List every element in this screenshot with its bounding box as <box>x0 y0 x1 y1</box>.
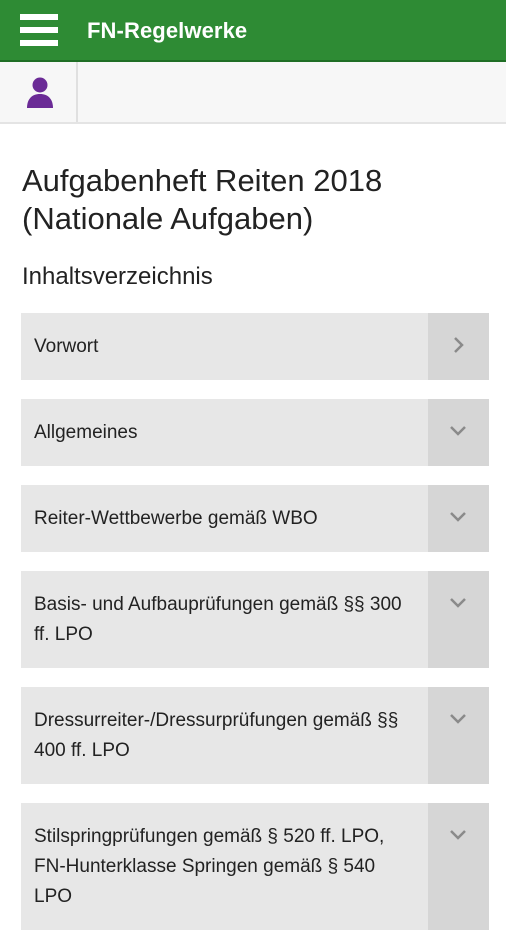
hamburger-menu-icon[interactable] <box>20 12 60 48</box>
chevron-down-icon <box>450 830 466 840</box>
toolbar <box>0 62 506 124</box>
toc-item-dressurpruefungen[interactable]: Dressurreiter-/Dressurprüfungen gemäß §§… <box>21 687 489 784</box>
toc-item-stilspringpruefungen[interactable]: Stilspringprüfungen gemäß § 520 ff. LPO,… <box>21 803 489 930</box>
toc-item-allgemeines[interactable]: Allgemeines <box>21 399 489 466</box>
toc-item-toggle[interactable] <box>428 571 489 668</box>
toc-item-toggle[interactable] <box>428 803 489 930</box>
user-icon <box>27 77 53 108</box>
toc-item-toggle[interactable] <box>428 399 489 466</box>
toc-item-label: Vorwort <box>34 336 99 357</box>
chevron-down-icon <box>450 426 466 436</box>
toc-item-reiter-wettbewerbe[interactable]: Reiter-Wettbewerbe gemäß WBO <box>21 485 489 552</box>
toc-item-basis-aufbaupruefungen[interactable]: Basis- und Aufbauprüfungen gemäß §§ 300 … <box>21 571 489 668</box>
chevron-down-icon <box>450 512 466 522</box>
toc-item-label: Stilspringprüfungen gemäß § 520 ff. LPO,… <box>34 826 385 907</box>
section-title: Inhaltsverzeichnis <box>22 263 213 290</box>
toc-item-toggle[interactable] <box>428 485 489 552</box>
toc-item-label: Basis- und Aufbauprüfungen gemäß §§ 300 … <box>34 594 402 645</box>
app-title: FN-Regelwerke <box>87 18 248 43</box>
user-button[interactable] <box>0 62 78 122</box>
toc-item-vorwort[interactable]: Vorwort <box>21 313 489 380</box>
toc-item-toggle[interactable] <box>428 687 489 784</box>
app-bar: FN-Regelwerke <box>0 0 506 62</box>
chevron-right-icon <box>454 337 464 353</box>
page-title: Aufgabenheft Reiten 2018 (Nationale Aufg… <box>22 163 383 236</box>
toc-item-label: Reiter-Wettbewerbe gemäß WBO <box>34 508 318 529</box>
toc-item-label: Allgemeines <box>34 422 138 443</box>
chevron-down-icon <box>450 598 466 608</box>
chevron-down-icon <box>450 714 466 724</box>
toc-item-toggle[interactable] <box>428 313 489 380</box>
toc-item-label: Dressurreiter-/Dressurprüfungen gemäß §§… <box>34 710 399 761</box>
